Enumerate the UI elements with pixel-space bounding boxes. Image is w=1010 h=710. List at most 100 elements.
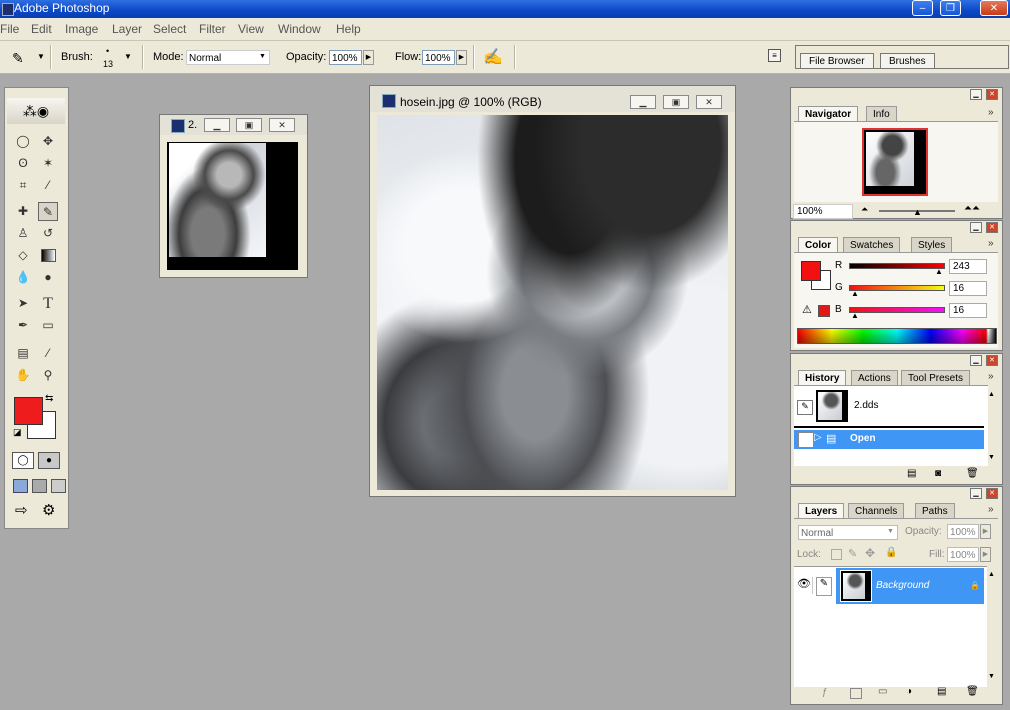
layer-opacity-arrow-button[interactable]: ▶ — [980, 524, 991, 539]
brush-dot-icon[interactable]: • — [106, 46, 109, 56]
panel-minimize-button[interactable]: ▁ — [970, 89, 982, 100]
brush-tool-preset-icon[interactable]: ✎ — [12, 50, 24, 67]
layer-opacity-input[interactable]: 100% — [947, 524, 979, 539]
screen-mode-full-icon[interactable] — [51, 479, 66, 493]
document-window-main[interactable]: hosein.jpg @ 100% (RGB) ▁ ▣ ✕ — [369, 85, 736, 497]
blue-slider-thumb[interactable]: ▲ — [851, 311, 859, 320]
document-window-small[interactable]: 2. ▁ ▣ ✕ — [159, 114, 308, 278]
flow-arrow-button[interactable]: ▶ — [456, 50, 467, 65]
marquee-tool-icon[interactable]: ◯ — [13, 132, 33, 151]
layer-row-selection[interactable]: Background 🔒 — [836, 568, 984, 604]
document-canvas[interactable] — [377, 115, 728, 490]
layer-visibility-eye-icon[interactable]: 👁 — [796, 577, 813, 594]
doc-minimize-button[interactable]: ▁ — [630, 95, 656, 109]
tab-history[interactable]: History — [798, 370, 847, 385]
scroll-up-icon[interactable]: ▲ — [988, 391, 995, 398]
tab-paths[interactable]: Paths — [915, 503, 955, 518]
airbrush-icon[interactable]: ✍ — [483, 47, 503, 67]
chevron-down-icon[interactable]: ▼ — [887, 528, 894, 535]
restore-button[interactable]: ❐ — [940, 0, 961, 16]
tab-layers[interactable]: Layers — [798, 503, 845, 518]
panel-close-button[interactable]: ✕ — [986, 222, 998, 233]
history-state-checkbox[interactable] — [798, 432, 814, 448]
flow-input[interactable]: 100% — [422, 50, 455, 65]
lock-image-icon[interactable]: ✎ — [848, 547, 857, 560]
zoom-out-icon[interactable]: ⏶ — [861, 204, 868, 215]
minimize-button[interactable]: – — [912, 0, 933, 16]
doc-maximize-button[interactable]: ▣ — [236, 118, 262, 132]
panel-close-button[interactable]: ✕ — [986, 89, 998, 100]
history-brush-source-icon[interactable]: ✎ — [797, 400, 813, 415]
foreground-color-swatch[interactable] — [14, 397, 43, 425]
panel-menu-icon[interactable]: » — [988, 238, 994, 249]
new-layer-icon[interactable]: ▤ — [937, 686, 946, 697]
scroll-down-icon[interactable]: ▼ — [988, 673, 995, 680]
document-title-bar[interactable]: 2. ▁ ▣ ✕ — [160, 115, 307, 135]
menu-image[interactable]: Image — [65, 22, 98, 36]
tab-color[interactable]: Color — [798, 237, 839, 252]
mode-select[interactable]: Normal — [186, 50, 270, 65]
jump-to-imageready-icon[interactable]: ⇨ — [15, 501, 28, 519]
layer-row-background[interactable]: 👁 ✎ Background 🔒 — [794, 568, 984, 604]
chevron-down-icon[interactable]: ▼ — [37, 52, 45, 61]
tab-navigator[interactable]: Navigator — [798, 106, 859, 121]
document-title-bar[interactable]: hosein.jpg @ 100% (RGB) ▁ ▣ ✕ — [370, 86, 735, 112]
tab-info[interactable]: Info — [866, 106, 897, 121]
blue-slider[interactable] — [849, 307, 945, 313]
palette-options-icon[interactable]: ≡ — [768, 49, 781, 62]
tab-swatches[interactable]: Swatches — [843, 237, 901, 252]
swap-colors-icon[interactable]: ⇆ — [45, 393, 53, 404]
healing-brush-tool-icon[interactable]: ✚ — [13, 202, 33, 221]
magic-wand-tool-icon[interactable]: ✶ — [38, 154, 58, 173]
tab-channels[interactable]: Channels — [848, 503, 905, 518]
panel-menu-icon[interactable]: » — [988, 107, 994, 118]
navigator-thumbnail-image[interactable] — [862, 128, 928, 196]
foreground-color-swatch[interactable] — [801, 261, 821, 281]
panel-close-button[interactable]: ✕ — [986, 488, 998, 499]
opacity-arrow-button[interactable]: ▶ — [363, 50, 374, 65]
doc-maximize-button[interactable]: ▣ — [663, 95, 689, 109]
menu-edit[interactable]: Edit — [31, 22, 52, 36]
blend-mode-select[interactable]: Normal — [798, 525, 898, 540]
lock-transparency-icon[interactable] — [831, 549, 842, 560]
close-button[interactable]: ✕ — [980, 0, 1008, 16]
imageready-icon[interactable]: ⚙ — [42, 501, 55, 519]
shape-tool-icon[interactable]: ▭ — [38, 316, 58, 335]
new-group-icon[interactable]: ▭ — [878, 686, 887, 697]
adjustment-layer-icon[interactable]: ◑ — [906, 686, 912, 697]
new-snapshot-icon[interactable]: ◙ — [935, 468, 941, 479]
move-tool-icon[interactable]: ✥ — [38, 132, 58, 151]
doc-minimize-button[interactable]: ▁ — [204, 118, 230, 132]
layer-fill-arrow-button[interactable]: ▶ — [980, 547, 991, 562]
standard-mode-button[interactable]: ◯ — [12, 452, 34, 469]
green-value-input[interactable]: 16 — [949, 281, 987, 296]
brush-tool-icon[interactable]: ✎ — [38, 202, 58, 221]
history-step-row[interactable]: ▷ ▤ Open — [794, 430, 984, 449]
zoom-in-icon[interactable]: ⏶⏶ — [964, 203, 980, 214]
menu-select[interactable]: Select — [153, 22, 186, 36]
doc-close-button[interactable]: ✕ — [269, 118, 295, 132]
screen-mode-menus-icon[interactable] — [32, 479, 47, 493]
panel-menu-icon[interactable]: » — [988, 504, 994, 515]
menu-view[interactable]: View — [238, 22, 264, 36]
slice-tool-icon[interactable]: ⁄ — [38, 176, 58, 195]
type-tool-icon[interactable]: T — [38, 294, 58, 313]
panel-minimize-button[interactable]: ▁ — [970, 222, 982, 233]
red-value-input[interactable]: 243 — [949, 259, 987, 274]
tab-tool-presets[interactable]: Tool Presets — [901, 370, 971, 385]
navigator-zoom-input[interactable]: 100% — [793, 204, 853, 219]
menu-layer[interactable]: Layer — [112, 22, 142, 36]
document-canvas[interactable] — [167, 142, 298, 270]
hand-tool-icon[interactable]: ✋ — [13, 366, 33, 385]
delete-layer-icon[interactable]: 🗑 — [966, 686, 979, 697]
menu-filter[interactable]: Filter — [199, 22, 226, 36]
add-mask-icon[interactable] — [850, 688, 862, 699]
menu-file[interactable]: File — [0, 22, 19, 36]
blur-tool-icon[interactable]: 💧 — [13, 268, 33, 287]
new-document-from-state-icon[interactable]: ▤ — [907, 468, 916, 479]
pen-tool-icon[interactable]: ✒ — [13, 316, 33, 335]
crop-tool-icon[interactable]: ⌗ — [13, 176, 33, 195]
gamut-color-chip[interactable] — [818, 305, 830, 317]
screen-mode-standard-icon[interactable] — [13, 479, 28, 493]
lock-position-icon[interactable]: ✥ — [865, 546, 875, 560]
